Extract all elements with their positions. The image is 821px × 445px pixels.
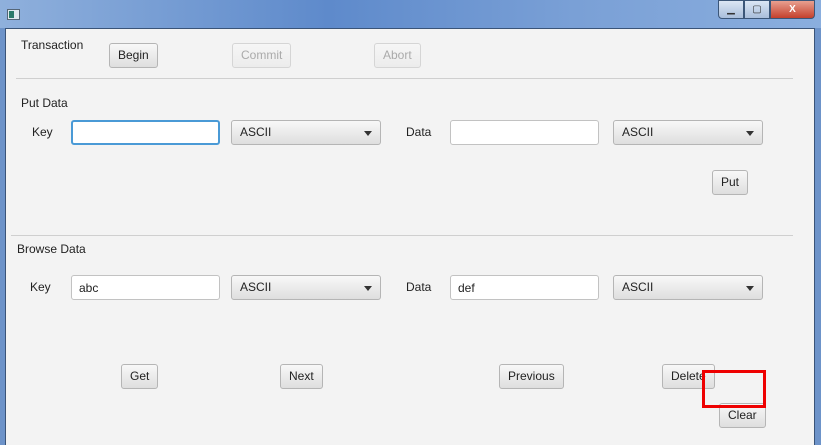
browse-data-title: Browse Data [17, 242, 86, 256]
app-icon [7, 9, 20, 20]
chevron-down-icon [746, 286, 754, 291]
close-button[interactable]: X [770, 0, 815, 19]
put-key-encoding-value: ASCII [240, 125, 272, 139]
divider [11, 235, 793, 236]
put-data-label: Data [406, 125, 432, 139]
put-key-encoding-select[interactable]: ASCII [231, 120, 381, 145]
previous-button[interactable]: Previous [499, 364, 564, 389]
get-button[interactable]: Get [121, 364, 159, 389]
chevron-down-icon [746, 131, 754, 136]
chevron-down-icon [364, 131, 372, 136]
begin-button[interactable]: Begin [109, 43, 158, 68]
put-data-title: Put Data [21, 96, 68, 110]
put-button[interactable]: Put [712, 170, 749, 195]
maximize-button[interactable]: ▢ [744, 0, 770, 19]
browse-key-encoding-value: ASCII [240, 280, 272, 294]
highlight-box [702, 370, 766, 408]
minimize-button[interactable]: ▁ [718, 0, 744, 19]
put-key-input[interactable] [71, 120, 220, 145]
put-data-encoding-value: ASCII [622, 125, 654, 139]
abort-button[interactable]: Abort [374, 43, 421, 68]
client-area: Transaction Begin Commit Abort Put Data … [5, 28, 815, 445]
browse-key-encoding-select[interactable]: ASCII [231, 275, 381, 300]
browse-data-label: Data [406, 280, 432, 294]
browse-data-encoding-select[interactable]: ASCII [613, 275, 763, 300]
title-bar: ▁ ▢ X [0, 0, 821, 28]
put-key-label: Key [32, 125, 53, 139]
put-data-input[interactable] [450, 120, 599, 145]
next-button[interactable]: Next [280, 364, 323, 389]
browse-key-label: Key [30, 280, 51, 294]
browse-data-encoding-value: ASCII [622, 280, 654, 294]
divider [16, 78, 793, 79]
put-data-encoding-select[interactable]: ASCII [613, 120, 763, 145]
browse-key-input[interactable] [71, 275, 220, 300]
commit-button[interactable]: Commit [232, 43, 292, 68]
chevron-down-icon [364, 286, 372, 291]
transaction-label: Transaction [21, 38, 84, 52]
browse-data-input[interactable] [450, 275, 599, 300]
